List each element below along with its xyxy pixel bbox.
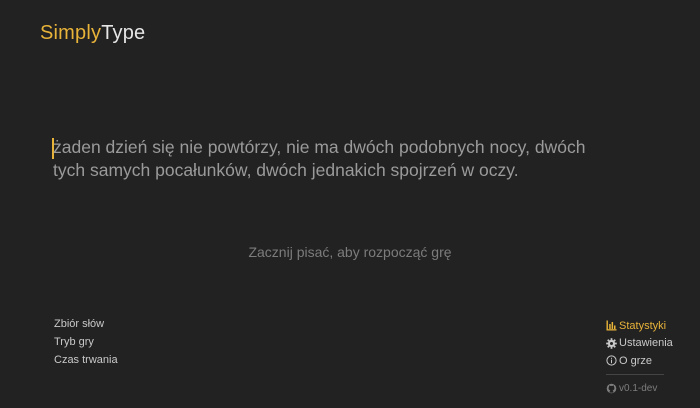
typing-text-area[interactable]: żaden dzień się nie powtórzy, nie ma dwó… [53, 136, 653, 182]
word-set-option[interactable]: Zbiór słów [54, 317, 118, 335]
logo-part-simply: Simply [40, 22, 102, 44]
app-logo[interactable]: SimplyType [40, 22, 145, 45]
about-link[interactable]: O grze [606, 352, 670, 370]
game-mode-option[interactable]: Tryb gry [54, 335, 118, 353]
info-icon [606, 355, 617, 366]
version-label: v0.1-dev [619, 382, 658, 394]
logo-part-type: Type [101, 22, 146, 44]
statistics-label: Statystyki [619, 319, 667, 332]
start-hint: Zacznij pisać, aby rozpocząć grę [248, 244, 452, 260]
settings-label: Ustawienia [619, 337, 673, 350]
gear-icon [606, 337, 617, 349]
about-label: O grze [619, 354, 653, 367]
statistics-link[interactable]: Statystyki [606, 317, 670, 335]
settings-link[interactable]: Ustawienia [606, 335, 673, 353]
github-icon [606, 383, 617, 394]
typing-text-line: tych samych pocałunków, dwóch jednakich … [53, 160, 519, 180]
duration-option[interactable]: Czas trwania [54, 353, 118, 371]
bar-chart-icon [606, 320, 617, 331]
menu-divider [606, 373, 664, 375]
version-link[interactable]: v0.1-dev [606, 380, 670, 398]
game-options-menu: Zbiór słów Tryb gry Czas trwania [54, 317, 118, 371]
typing-text-line: żaden dzień się nie powtórzy, nie ma dwó… [53, 137, 586, 157]
app-menu: Statystyki Ustawienia O grze v0.1-dev [606, 317, 673, 398]
